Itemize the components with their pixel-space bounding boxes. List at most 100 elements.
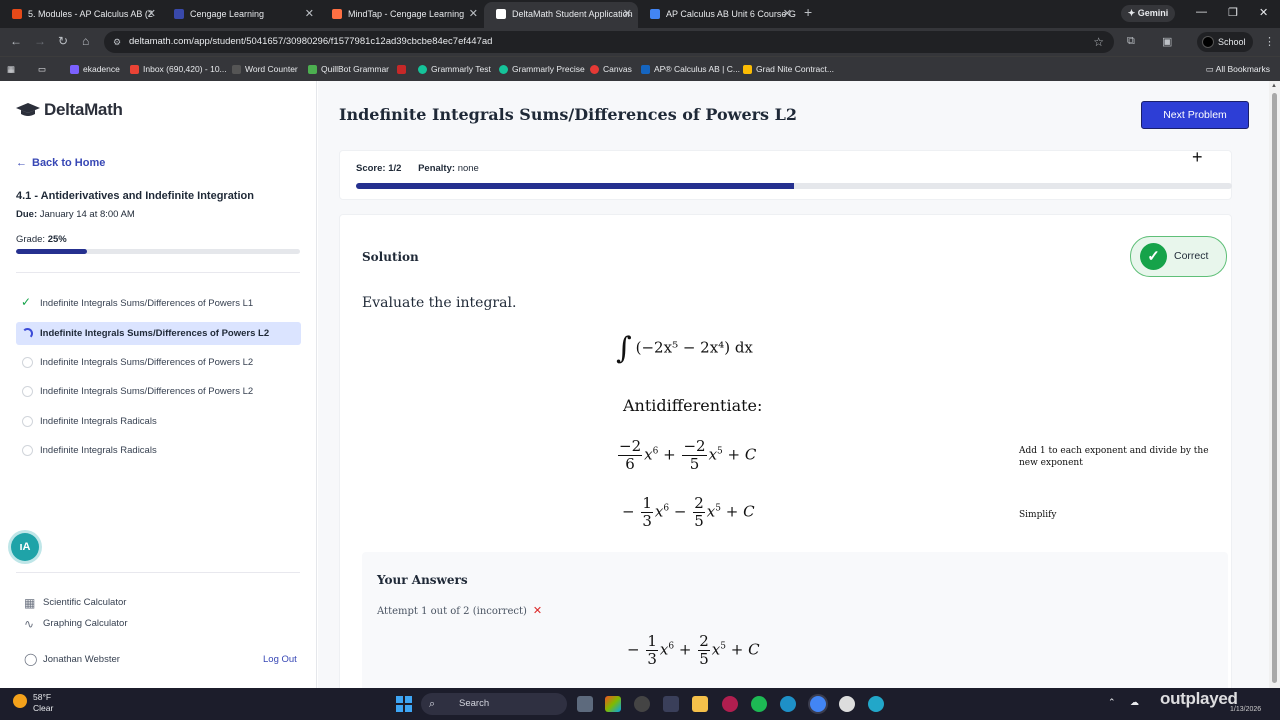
- folder-icon[interactable]: ▭: [38, 62, 46, 76]
- apps-grid-icon[interactable]: ▦: [7, 62, 15, 76]
- grade-label: Grade:: [16, 234, 46, 245]
- game-icon[interactable]: [868, 696, 884, 712]
- windows-start-icon[interactable]: [396, 696, 412, 712]
- new-tab-icon[interactable]: +: [804, 4, 812, 20]
- close-tab-icon[interactable]: ✕: [783, 4, 792, 24]
- back-arrow-icon[interactable]: ←: [10, 34, 22, 48]
- reload-icon[interactable]: ↻: [58, 34, 68, 48]
- bookmark-star-icon[interactable]: ☆: [1093, 31, 1104, 53]
- tab-search-icon[interactable]: ▣: [1162, 35, 1172, 48]
- page-scrollbar[interactable]: ▲: [1269, 81, 1280, 688]
- correct-badge: ✓ Correct: [1130, 236, 1227, 277]
- integral-sign: ∫: [616, 331, 632, 366]
- extensions-icon[interactable]: ⧉: [1127, 35, 1135, 48]
- problem-item-5[interactable]: Indefinite Integrals Radicals: [16, 410, 301, 433]
- tray-chevron-icon[interactable]: ⌃: [1108, 697, 1116, 708]
- bookmark-gmail[interactable]: Inbox (690,420) - 10...: [130, 62, 227, 76]
- bookmark-canvas[interactable]: Canvas: [590, 62, 632, 76]
- step2-note: Simplify: [1019, 510, 1057, 520]
- integral-expression: ∫ (−2x⁵ − 2x⁴) dx: [616, 331, 753, 366]
- empty-circle-icon: [22, 386, 33, 397]
- fraction: 13: [641, 494, 653, 530]
- tab-cengage[interactable]: Cengage Learning ✕: [162, 4, 320, 24]
- bookmark-grammarly-test[interactable]: Grammarly Test: [418, 62, 491, 76]
- submitted-answer: − 1 3 x6 + 2 5 x5 + C: [627, 632, 760, 668]
- close-window-icon[interactable]: ✕: [1259, 6, 1268, 19]
- chrome-icon[interactable]: [810, 696, 826, 712]
- problem-item-2[interactable]: Indefinite Integrals Sums/Differences of…: [16, 322, 301, 345]
- due-date: Due: January 14 at 8:00 AM: [16, 209, 135, 220]
- menu-kebab-icon[interactable]: ⋮: [1264, 35, 1275, 48]
- profile-button[interactable]: School: [1197, 32, 1253, 52]
- canvas-favicon-icon: [12, 9, 22, 19]
- accessibility-reader-button[interactable]: ıA: [11, 533, 39, 561]
- grade-value: 25%: [47, 234, 67, 245]
- bookmark-ekadence[interactable]: ekadence: [70, 62, 120, 76]
- store-icon[interactable]: [663, 696, 679, 712]
- close-tab-icon[interactable]: ✕: [147, 4, 156, 24]
- app-icon[interactable]: [722, 696, 738, 712]
- address-bar[interactable]: ⚙ deltamath.com/app/student/5041657/3098…: [104, 31, 1114, 53]
- file-explorer-icon[interactable]: [692, 696, 708, 712]
- home-icon[interactable]: ⌂: [82, 34, 89, 48]
- music-icon[interactable]: [634, 696, 650, 712]
- bookmark-quillbot[interactable]: QuillBot Grammar: [308, 62, 389, 76]
- maximize-icon[interactable]: ❐: [1228, 6, 1238, 19]
- user-profile: ◯ Jonathan Webster: [24, 652, 120, 666]
- logout-link[interactable]: Log Out: [263, 654, 297, 665]
- penalty-label: Penalty:: [418, 163, 456, 174]
- antidifferentiate-label: Antidifferentiate:: [623, 396, 763, 415]
- docs-favicon-icon: [650, 9, 660, 19]
- graphing-calculator-link[interactable]: ∿ Graphing Calculator: [24, 617, 128, 631]
- scientific-calculator-link[interactable]: ▦ Scientific Calculator: [24, 596, 126, 610]
- graduation-cap-icon: [16, 103, 40, 116]
- tab-bar: 5. Modules - AP Calculus AB (2 ✕ Cengage…: [0, 0, 1280, 28]
- all-bookmarks-button[interactable]: ▭ All Bookmarks: [1206, 62, 1270, 76]
- edge-icon[interactable]: [780, 696, 796, 712]
- tab-modules[interactable]: 5. Modules - AP Calculus AB (2 ✕: [0, 4, 162, 24]
- bookmark-word-counter[interactable]: Word Counter: [232, 62, 298, 76]
- task-view-icon[interactable]: [577, 696, 593, 712]
- close-tab-icon[interactable]: ✕: [469, 4, 478, 24]
- due-label: Due:: [16, 209, 38, 220]
- search-label: Search: [459, 698, 490, 709]
- tab-mindtap[interactable]: MindTap - Cengage Learning ✕: [320, 4, 484, 24]
- problem-item-6[interactable]: Indefinite Integrals Radicals: [16, 439, 301, 462]
- divider: [16, 572, 300, 573]
- tab-title: MindTap - Cengage Learning: [348, 9, 465, 19]
- steam-icon[interactable]: [839, 696, 855, 712]
- windows-taskbar: 58°F Clear ⌕ Search ⌃ ☁ outplayed 1/13/2…: [0, 688, 1280, 720]
- scroll-up-icon[interactable]: ▲: [1271, 83, 1277, 89]
- problem-item-3[interactable]: Indefinite Integrals Sums/Differences of…: [16, 351, 301, 374]
- ekadence-icon: [70, 65, 79, 74]
- problem-item-1[interactable]: ✓ Indefinite Integrals Sums/Differences …: [16, 292, 301, 315]
- bookmark-label: Inbox (690,420) - 10...: [143, 64, 227, 74]
- close-tab-icon[interactable]: ✕: [305, 4, 314, 24]
- minimize-icon[interactable]: —: [1196, 6, 1207, 18]
- tray-cloud-icon[interactable]: ☁: [1130, 697, 1139, 708]
- problem-item-4[interactable]: Indefinite Integrals Sums/Differences of…: [16, 380, 301, 403]
- grade: Grade: 25%: [16, 234, 67, 245]
- close-tab-icon[interactable]: ✕: [623, 2, 632, 26]
- url-text: deltamath.com/app/student/5041657/309802…: [129, 36, 493, 47]
- taskbar-search[interactable]: ⌕ Search: [421, 693, 567, 715]
- forward-arrow-icon[interactable]: →: [34, 34, 46, 48]
- bookmark-ap-calculus[interactable]: AP® Calculus AB | C...: [641, 62, 740, 76]
- bookmark-grammarly-precise[interactable]: Grammarly Precise: [499, 62, 585, 76]
- scrollbar-thumb[interactable]: [1272, 93, 1277, 683]
- tab-ap-calculus-course[interactable]: AP Calculus AB Unit 6 Course G ✕: [638, 4, 798, 24]
- deltamath-logo[interactable]: DeltaMath: [16, 100, 123, 120]
- site-info-icon[interactable]: ⚙: [113, 31, 121, 53]
- weather-widget[interactable]: 58°F Clear: [13, 692, 53, 714]
- tab-deltamath[interactable]: DeltaMath Student Application ✕: [484, 2, 638, 28]
- back-to-home-link[interactable]: ← Back to Home: [16, 157, 105, 169]
- next-problem-button[interactable]: Next Problem: [1141, 101, 1249, 129]
- cengage-favicon-icon: [174, 9, 184, 19]
- gemini-button[interactable]: ✦ Gemini: [1121, 5, 1175, 22]
- solution-heading: Solution: [362, 250, 419, 264]
- user-name: Jonathan Webster: [43, 654, 120, 665]
- spotify-icon[interactable]: [751, 696, 767, 712]
- copilot-icon[interactable]: [605, 696, 621, 712]
- bookmark-grad-nite[interactable]: Grad Nite Contract...: [743, 62, 834, 76]
- canvas-icon: [590, 65, 599, 74]
